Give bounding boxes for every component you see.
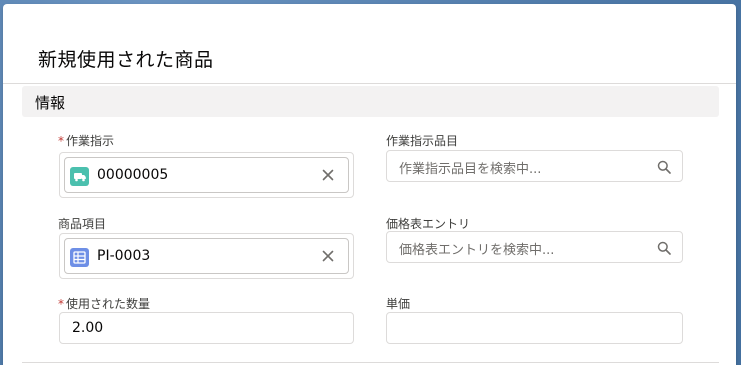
product-item-pill[interactable]: PI-0003	[64, 238, 349, 274]
close-icon[interactable]	[320, 167, 336, 183]
price-book-entry-search-input[interactable]: 価格表エントリを検索中...	[386, 231, 683, 263]
product-item-lookup[interactable]: PI-0003	[59, 233, 354, 279]
work-order-value: 00000005	[97, 167, 169, 183]
modal-header: 新規使用された商品	[3, 4, 736, 83]
product-item-label: 商品項目	[58, 217, 107, 231]
new-product-consumed-modal: 新規使用された商品 情報 * 作業指示 00000005 作業指示品目 作業指示…	[3, 4, 736, 365]
work-order-line-item-label: 作業指示品目	[386, 134, 459, 148]
product-item-value: PI-0003	[97, 248, 151, 264]
close-icon[interactable]	[320, 248, 336, 264]
work-order-label: * 作業指示	[58, 134, 115, 148]
modal-title: 新規使用された商品	[38, 49, 214, 71]
unit-price-label: 単価	[386, 297, 411, 311]
van-icon	[70, 167, 89, 186]
work-order-line-item-search-input[interactable]: 作業指示品目を検索中...	[386, 150, 683, 182]
required-marker: *	[58, 297, 64, 311]
quantity-consumed-value: 2.00	[72, 320, 104, 336]
search-icon	[657, 240, 671, 255]
unit-price-input[interactable]	[386, 312, 683, 344]
quantity-consumed-input[interactable]: 2.00	[59, 312, 354, 344]
section-header-information[interactable]: 情報	[22, 86, 719, 117]
section-title: 情報	[35, 94, 66, 112]
work-order-line-item-placeholder: 作業指示品目を検索中...	[399, 162, 542, 177]
quantity-consumed-label: * 使用された数量	[58, 297, 151, 311]
price-book-entry-placeholder: 価格表エントリを検索中...	[399, 243, 555, 258]
section-divider	[22, 362, 719, 363]
search-icon	[657, 159, 671, 174]
table-icon	[70, 248, 89, 267]
header-divider	[3, 83, 736, 84]
price-book-entry-label: 価格表エントリ	[386, 217, 471, 231]
required-marker: *	[58, 134, 64, 148]
work-order-pill[interactable]: 00000005	[64, 157, 349, 193]
work-order-lookup[interactable]: 00000005	[59, 152, 354, 198]
